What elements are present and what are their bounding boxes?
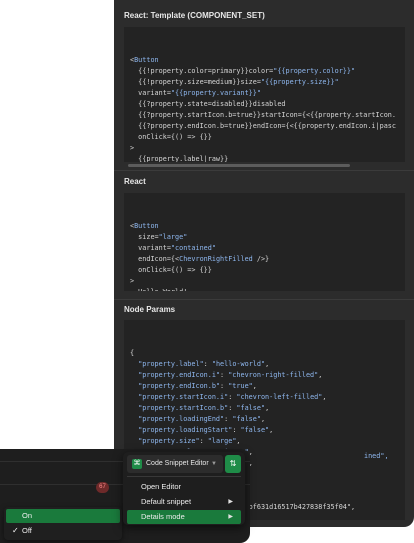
code-line: "property.endIcon.b": "true", <box>138 382 257 390</box>
code-line: > <box>130 144 135 152</box>
template-code-lines: <Button {{!property.color=primary}}color… <box>130 55 399 162</box>
submenu-option-off-label: Off <box>22 526 32 535</box>
checkmark-icon: ✓ <box>12 526 19 535</box>
code-line: <Button <box>130 56 159 64</box>
chevron-right-icon: ▶ <box>228 499 233 505</box>
menu-item-label: Open Editor <box>141 482 182 491</box>
code-line: "property.startIcon.i": "chevron-left-fi… <box>138 393 327 401</box>
code-line: variant="{{property.variant}}" <box>130 89 261 97</box>
code-line: Hello World! <box>130 287 399 291</box>
code-line: {{property.label|raw}} <box>130 155 229 162</box>
settings-tune-icon[interactable]: ⇅ <box>225 455 241 473</box>
template-code-block[interactable]: <Button {{!property.color=primary}}color… <box>124 27 405 162</box>
submenu-option-on[interactable]: On <box>6 509 120 523</box>
react-code-lines: <Button size="large" variant="contained"… <box>130 221 399 291</box>
details-mode-submenu: On ✓ Off <box>4 507 122 540</box>
params-partial-text: ined", <box>364 452 389 460</box>
code-line: variant="contained" <box>130 244 216 252</box>
code-line: "property.label": "hello-world", <box>138 360 270 368</box>
chevron-down-icon: ▼ <box>211 461 217 467</box>
menu-item-details-mode[interactable]: Details mode ▶ <box>127 510 241 524</box>
code-line: "property.size": "large", <box>138 437 241 445</box>
code-line: { <box>130 349 135 357</box>
code-line: endIcon={<ChevronRightFilled />} <box>130 255 270 263</box>
code-line: "property.endIcon.i": "chevron-right-fil… <box>138 371 323 379</box>
code-snippet-panel: React: Template (COMPONENT_SET) <Button … <box>114 0 414 527</box>
menu-item-default-snippet[interactable]: Default snippet ▶ <box>127 495 241 509</box>
code-line: onClick={() => {}} <box>130 133 212 141</box>
code-line: > <box>130 277 135 285</box>
submenu-option-off[interactable]: ✓ Off <box>6 524 120 538</box>
notification-badge: 67 <box>96 482 109 493</box>
template-horizontal-scrollbar[interactable] <box>128 164 350 167</box>
template-section-title: React: Template (COMPONENT_SET) <box>124 11 265 20</box>
menu-item-open-editor[interactable]: Open Editor <box>127 480 241 494</box>
menu-item-label: Default snippet <box>141 497 192 506</box>
plugin-selector[interactable]: ⌘ Code Snippet Editor ▼ <box>127 455 223 473</box>
section-divider <box>114 170 414 171</box>
code-line: {{?property.state=disabled}}disabled <box>130 100 286 108</box>
code-line: {{?property.startIcon.b=true}}startIcon=… <box>130 111 396 119</box>
plugin-name: Code Snippet Editor <box>146 460 209 467</box>
chevron-right-icon: ▶ <box>228 514 233 520</box>
react-section-title: React <box>124 177 146 186</box>
code-line: {{!property.size=medium}}size="{{propert… <box>130 78 339 86</box>
code-snippet-icon: ⌘ <box>132 459 142 469</box>
section-divider <box>114 299 414 300</box>
code-line: <Button <box>130 222 159 230</box>
plugin-menu: ⌘ Code Snippet Editor ▼ ⇅ Open Editor De… <box>123 452 245 525</box>
params-section-title: Node Params <box>124 305 176 314</box>
code-line: onClick={() => {}} <box>130 266 212 274</box>
menu-item-label: Details mode <box>141 512 185 521</box>
submenu-option-on-label: On <box>22 511 33 520</box>
code-line: {{?property.endIcon.b=true}}endIcon={<{{… <box>130 122 396 130</box>
react-code-block[interactable]: <Button size="large" variant="contained"… <box>124 193 405 291</box>
code-line: {{!property.color=primary}}color="{{prop… <box>130 67 356 75</box>
menu-divider <box>127 476 241 477</box>
code-line: "property.loadingEnd": "false", <box>138 415 266 423</box>
code-line: "property.startIcon.b": "false", <box>138 404 270 412</box>
code-line: size="large" <box>130 233 188 241</box>
code-line: "property.loadingStart": "false", <box>138 426 274 434</box>
